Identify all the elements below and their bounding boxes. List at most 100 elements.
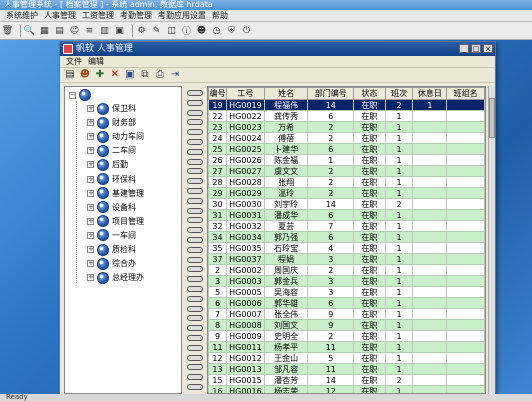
table-cell[interactable]: 在职	[353, 176, 386, 188]
person-icon[interactable]: ☻	[196, 25, 207, 36]
table-cell[interactable]: 13	[208, 363, 227, 375]
table-cell[interactable]: 2	[384, 198, 414, 210]
exit-icon[interactable]: ⏻	[241, 25, 252, 36]
table-cell[interactable]: 2	[307, 330, 355, 342]
table-cell[interactable]: HG0034	[225, 231, 265, 243]
table-cell[interactable]: 6	[307, 209, 355, 221]
table-cell[interactable]: 在职	[353, 297, 386, 309]
table-cell[interactable]: 2	[307, 132, 355, 144]
table-row[interactable]: 5 HG0005 吴海容 3 在职 1	[208, 286, 485, 298]
table-cell[interactable]: 程娟	[263, 253, 309, 265]
table-cell[interactable]: HG0008	[225, 319, 265, 331]
table-row[interactable]: 23 HG0023 万希 2 在职 1	[208, 121, 485, 133]
table-cell[interactable]: 8	[208, 319, 227, 331]
table-cell[interactable]: 夏芸	[263, 220, 309, 232]
table-cell[interactable]	[412, 264, 448, 276]
tree-node[interactable]: + 保卫科	[87, 102, 136, 115]
tree-node[interactable]: + 二车间	[87, 144, 136, 157]
expand-icon[interactable]: +	[87, 246, 94, 253]
table-cell[interactable]: 1	[384, 242, 414, 254]
table-row[interactable]: 11 HG0011 杨孝平 11 在职 1	[208, 341, 485, 353]
tree-node[interactable]: + 基建管理	[87, 187, 144, 200]
table-cell[interactable]: 在职	[353, 363, 386, 375]
table-cell[interactable]: 在职	[353, 132, 386, 144]
scrollbar-thumb[interactable]	[489, 98, 495, 138]
table-cell[interactable]: HG0025	[225, 143, 265, 155]
menu-system[interactable]: 系统维护	[6, 10, 38, 21]
save-icon[interactable]: ▣	[124, 69, 136, 81]
table-cell[interactable]: HG0016	[225, 385, 265, 393]
table-cell[interactable]: 在职	[353, 385, 386, 393]
table-row[interactable]: 15 HG0015 潘杏芳 14 在职 2	[208, 374, 485, 386]
chart-icon[interactable]: ▣	[114, 25, 125, 36]
col-header-id[interactable]: 编号	[208, 87, 227, 100]
table-row[interactable]: 16 HG0016 杨志荣 12 在职 1	[208, 385, 485, 393]
table-cell[interactable]: 1	[384, 110, 414, 122]
database-icon[interactable]: ◫	[166, 25, 177, 36]
table-cell[interactable]: 28	[208, 176, 227, 188]
table-cell[interactable]: 6	[307, 110, 355, 122]
table-cell[interactable]: 在职	[353, 319, 386, 331]
table-row[interactable]: 30 HG0030 刘宇玲 14 在职 2	[208, 198, 485, 210]
collapse-icon[interactable]: −	[69, 91, 76, 99]
menu-edit[interactable]: 编辑	[88, 56, 104, 67]
table-cell[interactable]: 1	[384, 220, 414, 232]
table-cell[interactable]: 30	[208, 198, 227, 210]
table-cell[interactable]: 周国庆	[263, 264, 309, 276]
table-cell[interactable]: 1	[384, 231, 414, 243]
table-cell[interactable]	[412, 253, 448, 265]
table-cell[interactable]: 2	[307, 165, 355, 177]
tree-node[interactable]: + 动力车间	[87, 130, 144, 143]
table-cell[interactable]	[412, 242, 448, 254]
users-icon[interactable]: ☻	[79, 69, 91, 81]
expand-icon[interactable]: +	[87, 189, 94, 197]
table-cell[interactable]	[446, 363, 485, 375]
table-cell[interactable]: 6	[307, 297, 355, 309]
tree-node[interactable]: + 质检科	[87, 243, 136, 256]
table-cell[interactable]	[446, 330, 485, 342]
table-cell[interactable]	[446, 121, 485, 133]
table-cell[interactable]: 14	[307, 374, 355, 386]
table-cell[interactable]	[412, 231, 448, 243]
table-row[interactable]: 12 HG0012 王金山 5 在职 1	[208, 352, 485, 364]
table-cell[interactable]: 1	[307, 154, 355, 166]
table-cell[interactable]: 2	[307, 264, 355, 276]
table-cell[interactable]: 1	[384, 264, 414, 276]
expand-icon[interactable]: +	[87, 161, 94, 169]
settings-icon[interactable]: ⚙	[136, 25, 147, 36]
table-cell[interactable]: HG0030	[225, 198, 265, 210]
table-cell[interactable]: 3	[307, 253, 355, 265]
vertical-scrollbar[interactable]	[488, 86, 495, 394]
table-cell[interactable]: 郭华雄	[263, 297, 309, 309]
table-cell[interactable]: HG0024	[225, 132, 265, 144]
table-cell[interactable]: 27	[208, 165, 227, 177]
table-cell[interactable]: HG0012	[225, 352, 265, 364]
table-cell[interactable]	[446, 154, 485, 166]
table-cell[interactable]	[412, 110, 448, 122]
table-cell[interactable]: 14	[307, 99, 355, 111]
table-cell[interactable]: 在职	[353, 253, 386, 265]
table-cell[interactable]	[446, 341, 485, 353]
table-cell[interactable]: 12	[307, 385, 355, 393]
table-cell[interactable]: 15	[208, 374, 227, 386]
expand-icon[interactable]: +	[87, 203, 94, 211]
table-cell[interactable]: 在职	[353, 165, 386, 177]
table-cell[interactable]: HG0019	[225, 99, 265, 111]
table-cell[interactable]: 7	[208, 308, 227, 320]
col-header-group[interactable]: 班组名	[446, 87, 485, 100]
delete-icon[interactable]: ✕	[109, 69, 121, 81]
table-cell[interactable]: HG0023	[225, 121, 265, 133]
table-cell[interactable]	[412, 121, 448, 133]
table-cell[interactable]: 14	[307, 198, 355, 210]
tools-icon[interactable]: ✎	[151, 25, 162, 36]
table-cell[interactable]	[446, 231, 485, 243]
tree-node[interactable]: + 总经理办	[87, 271, 144, 284]
table-cell[interactable]: 9	[208, 330, 227, 342]
table-cell[interactable]	[412, 143, 448, 155]
list-icon[interactable]: ≡	[84, 25, 95, 36]
table-cell[interactable]	[446, 220, 485, 232]
table-cell[interactable]: 32	[208, 220, 227, 232]
shield-icon[interactable]: ⛨	[226, 25, 237, 36]
calculator-icon[interactable]: ▤	[54, 25, 65, 36]
table-cell[interactable]: HG0006	[225, 297, 265, 309]
